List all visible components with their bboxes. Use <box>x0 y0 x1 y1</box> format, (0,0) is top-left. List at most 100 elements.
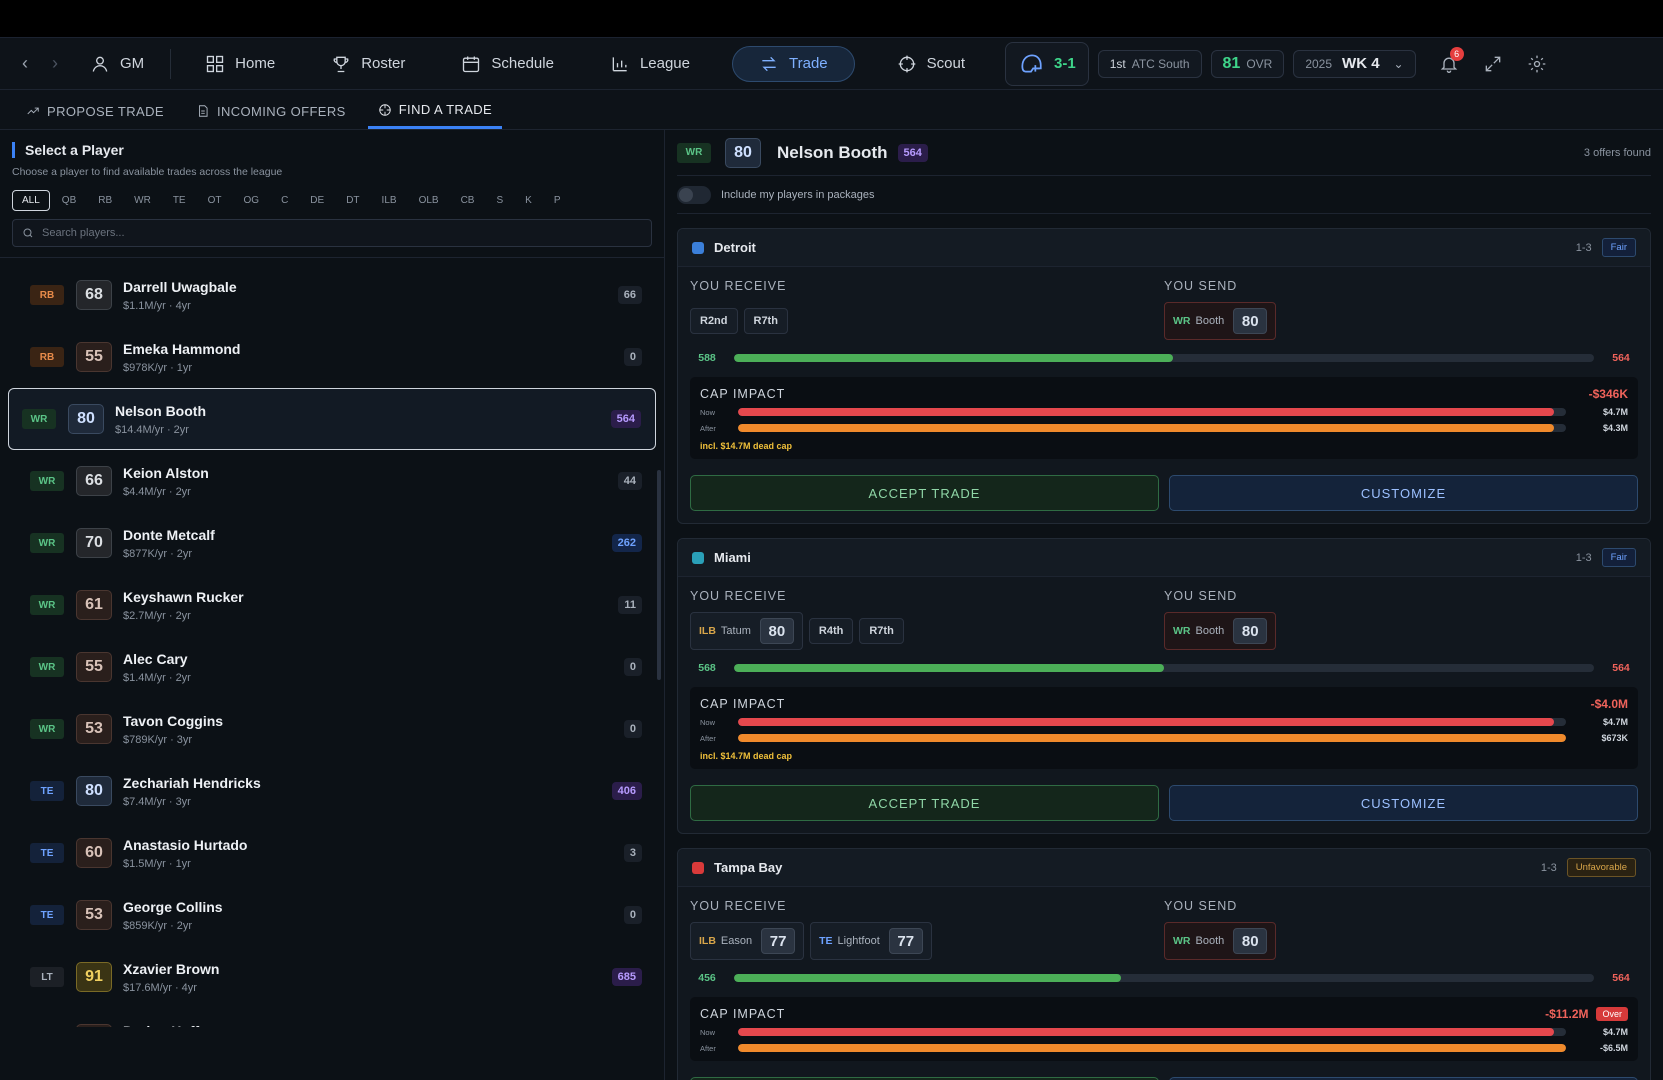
helmet-icon <box>1021 53 1042 72</box>
tab-find-a-trade[interactable]: FIND A TRADE <box>367 93 503 129</box>
chevron-down-icon: ⌄ <box>1393 56 1404 71</box>
player-row[interactable]: WR 80 Nelson Booth $14.4M/yr · 2yr 564 <box>8 388 656 450</box>
send-player-chip[interactable]: WR Booth 80 <box>1164 922 1277 960</box>
nav-schedule-label: Schedule <box>491 55 554 72</box>
position-filter-rb[interactable]: RB <box>88 190 122 211</box>
receive-assets: ILB Eason 77 TE Lightfoot 77 <box>690 922 1164 960</box>
player-trade-value: 0 <box>623 658 642 676</box>
offer-team-name: Detroit <box>714 240 756 255</box>
player-list-scrollbar[interactable] <box>657 470 661 680</box>
crosshair-icon <box>898 55 915 72</box>
position-filter-og[interactable]: OG <box>234 190 270 211</box>
cap-after-label: After <box>700 1043 716 1053</box>
position-filter-all[interactable]: ALL <box>12 190 50 211</box>
accept-trade-button[interactable]: ACCEPT TRADE <box>690 475 1159 511</box>
send-value: 564 <box>1612 662 1630 674</box>
send-value: 564 <box>1612 972 1630 984</box>
receive-player-chip[interactable]: ILB Eason 77 <box>690 922 805 960</box>
standing-division: ATC South <box>1131 56 1190 71</box>
player-contract: $4.4M/yr · 2yr <box>123 485 191 498</box>
player-row[interactable]: WR 70 Donte Metcalf $877K/yr · 2yr 262 <box>8 512 656 574</box>
include-players-label: Include my players in packages <box>721 188 875 201</box>
player-row[interactable]: TE 80 Zechariah Hendricks $7.4M/yr · 3yr 406 <box>8 760 656 822</box>
nav-league[interactable]: League <box>594 46 706 82</box>
nav-gm[interactable]: GM <box>74 46 160 82</box>
position-filter-p[interactable]: P <box>544 190 571 211</box>
player-row[interactable]: WR 61 Keyshawn Rucker $2.7M/yr · 2yr 11 <box>8 574 656 636</box>
player-contract: $1.1M/yr · 4yr <box>123 299 191 312</box>
position-filter-dt[interactable]: DT <box>336 190 369 211</box>
position-filter-c[interactable]: C <box>271 190 298 211</box>
position-filter-cb[interactable]: CB <box>451 190 485 211</box>
position-filter-ilb[interactable]: ILB <box>372 190 407 211</box>
gear-icon <box>1528 55 1545 72</box>
player-row[interactable]: RB 55 Emeka Hammond $978K/yr · 1yr 0 <box>8 326 656 388</box>
position-filter-s[interactable]: S <box>486 190 513 211</box>
customize-button[interactable]: CUSTOMIZE <box>1169 785 1638 821</box>
cap-now-amount: $4.7M <box>1602 717 1628 727</box>
notifications-button[interactable]: 6 <box>1432 46 1466 81</box>
season-week-select[interactable]: 2025 WK 4 ⌄ <box>1293 49 1416 78</box>
position-filter-qb[interactable]: QB <box>52 190 86 211</box>
fullscreen-button[interactable] <box>1476 47 1510 81</box>
position-filter-ot[interactable]: OT <box>198 190 232 211</box>
player-row[interactable]: WR 53 Tavon Coggins $789K/yr · 3yr 0 <box>8 698 656 760</box>
player-contract: $859K/yr · 2yr <box>123 919 193 932</box>
nav-schedule[interactable]: Schedule <box>445 46 570 82</box>
player-row[interactable]: LT62Darion Huff$2.5M/yr · 2yr12 <box>8 1008 656 1027</box>
player-row[interactable]: WR 66 Keion Alston $4.4M/yr · 2yr 44 <box>8 450 656 512</box>
asset-position: ILB <box>699 935 716 947</box>
search-input[interactable] <box>42 227 642 239</box>
tab-incoming-offers[interactable]: INCOMING OFFERS <box>186 93 356 129</box>
nav-roster[interactable]: Roster <box>315 46 421 82</box>
player-row[interactable]: LT 91 Xzavier Brown $17.6M/yr · 4yr 685 <box>8 946 656 1008</box>
player-row[interactable]: RB 68 Darrell Uwagbale $1.1M/yr · 4yr 66 <box>8 264 656 326</box>
asset-position: WR <box>1173 935 1191 947</box>
forward-arrow-icon[interactable]: › <box>40 49 70 79</box>
draft-pick-chip[interactable]: R7th <box>743 308 788 334</box>
trade-value-comparison: 456 564 <box>690 969 1638 987</box>
include-players-toggle[interactable] <box>677 185 711 204</box>
standing-pill[interactable]: 1st ATC South <box>1097 49 1202 78</box>
send-player-chip[interactable]: WR Booth 80 <box>1164 612 1277 650</box>
cap-after-label: After <box>700 423 716 433</box>
position-filter-te[interactable]: TE <box>163 190 196 211</box>
player-trade-value: 685 <box>611 968 642 986</box>
asset-position: WR <box>1173 625 1191 637</box>
player-name: Anastasio Hurtado <box>123 836 248 853</box>
position-filter-wr[interactable]: WR <box>124 190 161 211</box>
position-filter-olb[interactable]: OLB <box>409 190 449 211</box>
asset-name: Eason <box>720 935 753 947</box>
tab-propose-trade[interactable]: PROPOSE TRADE <box>16 93 174 129</box>
nav-trade[interactable]: Trade <box>732 45 855 82</box>
customize-button[interactable]: CUSTOMIZE <box>1169 475 1638 511</box>
team-ovr-pill[interactable]: 81 OVR <box>1210 49 1285 78</box>
nav-scout[interactable]: Scout <box>881 46 981 82</box>
accept-trade-button[interactable]: ACCEPT TRADE <box>690 785 1159 821</box>
nav-home[interactable]: Home <box>189 46 291 82</box>
team-record-chip[interactable]: 3-1 <box>1005 41 1089 86</box>
player-row[interactable]: TE 53 George Collins $859K/yr · 2yr 0 <box>8 884 656 946</box>
settings-button[interactable] <box>1520 47 1554 81</box>
nav-items: Home Roster Schedule League Trade Scout <box>177 45 993 82</box>
back-arrow-icon[interactable]: ‹ <box>10 49 40 79</box>
cap-impact-delta: -$346K <box>1588 387 1628 401</box>
nav-home-label: Home <box>235 55 276 72</box>
send-player-chip[interactable]: WR Booth 80 <box>1164 302 1277 340</box>
draft-pick-chip[interactable]: R7th <box>859 618 904 644</box>
draft-pick-chip[interactable]: R4th <box>808 618 854 644</box>
draft-pick-chip[interactable]: R2nd <box>690 308 738 334</box>
receive-player-chip[interactable]: TE Lightfoot 77 <box>810 922 932 960</box>
player-ovr: 53 <box>76 900 112 930</box>
position-filter-de[interactable]: DE <box>300 190 334 211</box>
user-icon <box>92 56 108 72</box>
trade-offer-card: Tampa Bay 1-3 Unfavorable YOU RECEIVE ILB Eas… <box>677 848 1651 1080</box>
asset-position: ILB <box>699 625 716 637</box>
receive-player-chip[interactable]: ILB Tatum 80 <box>690 612 803 650</box>
search-box[interactable] <box>12 219 652 247</box>
position-filter-k[interactable]: K <box>515 190 542 211</box>
player-select-panel: Select a Player Choose a player to find … <box>0 130 665 1080</box>
player-position: WR <box>30 533 64 553</box>
player-row[interactable]: WR 55 Alec Cary $1.4M/yr · 2yr 0 <box>8 636 656 698</box>
player-row[interactable]: TE 60 Anastasio Hurtado $1.5M/yr · 1yr 3 <box>8 822 656 884</box>
